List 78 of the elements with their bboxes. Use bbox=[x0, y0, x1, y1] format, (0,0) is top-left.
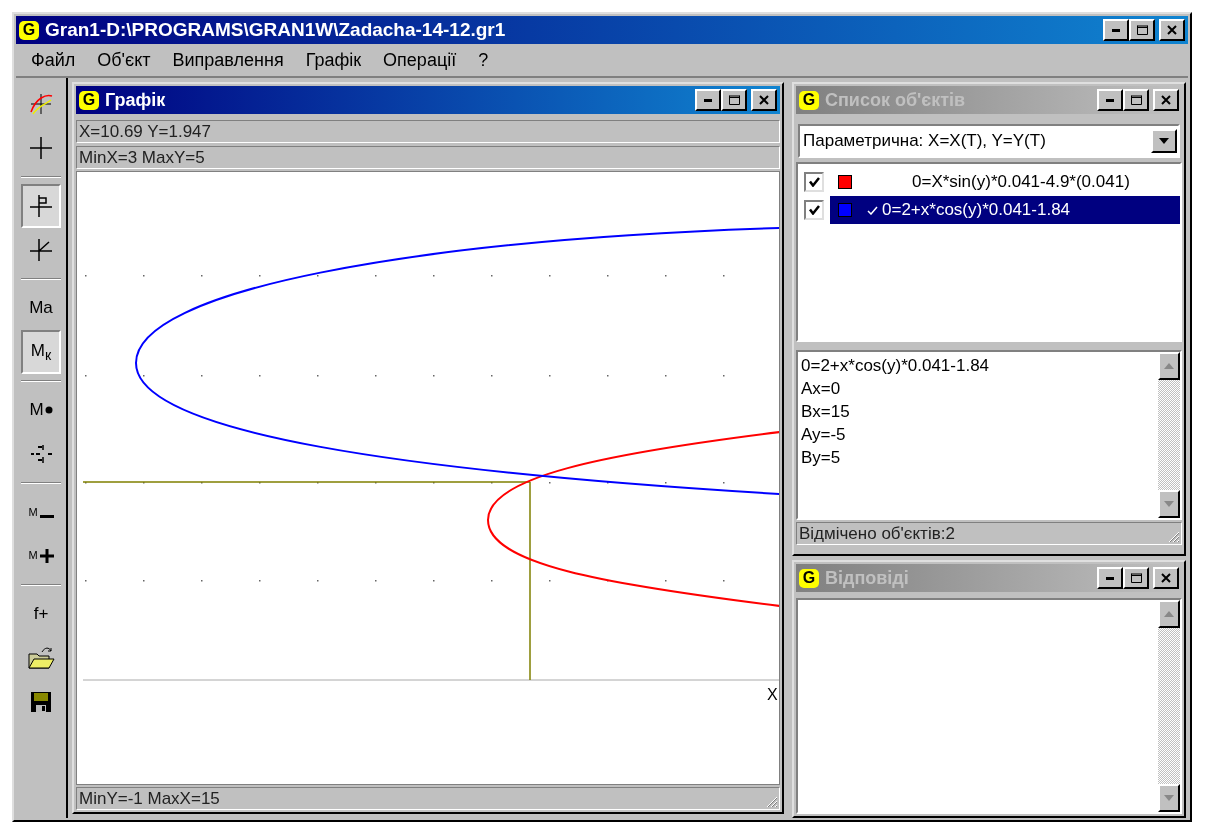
minimize-button[interactable] bbox=[1097, 89, 1123, 111]
maximize-button[interactable] bbox=[1123, 567, 1149, 589]
minimize-icon bbox=[1112, 28, 1120, 32]
crosshair-icon bbox=[28, 136, 54, 160]
tool-button[interactable]: M$_{к}$ bbox=[21, 330, 61, 374]
folder-icon bbox=[27, 646, 55, 670]
maximize-icon bbox=[1130, 95, 1142, 105]
close-button[interactable] bbox=[1159, 19, 1185, 41]
maximize-icon bbox=[1136, 25, 1148, 35]
scroll-down-button[interactable] bbox=[1158, 784, 1180, 812]
minimize-icon bbox=[704, 98, 712, 102]
app-logo: G bbox=[799, 90, 819, 110]
down-arrow-icon bbox=[1164, 795, 1174, 801]
status-field: MinX=3 MaxY=5 bbox=[76, 146, 780, 169]
menu-item[interactable]: Виправлення bbox=[161, 49, 295, 71]
minimize-button[interactable] bbox=[1097, 567, 1123, 589]
scroll-up-button[interactable] bbox=[1158, 352, 1180, 380]
checkbox[interactable] bbox=[804, 172, 824, 192]
object-list-item[interactable]: 0=2+x*cos(y)*0.041-1.84 bbox=[830, 196, 1180, 224]
app-logo: G bbox=[79, 90, 99, 110]
close-button[interactable] bbox=[751, 89, 777, 111]
plus-icon bbox=[39, 549, 54, 563]
status-field: X=10.69 Y=1.947 bbox=[76, 120, 780, 143]
menu-item[interactable]: Графік bbox=[294, 49, 373, 71]
crosshair-slash-icon bbox=[28, 238, 54, 262]
up-arrow-icon bbox=[1164, 363, 1174, 369]
resize-grip-icon bbox=[1168, 531, 1179, 542]
object-list-item[interactable]: 0=X*sin(y)*0.041-4.9*(0.041) bbox=[830, 168, 1180, 196]
status-bar: MinY=-1 MaxX=15 bbox=[76, 787, 780, 810]
maximize-icon bbox=[1130, 573, 1142, 583]
maximize-button[interactable] bbox=[721, 89, 747, 111]
minimize-icon bbox=[1106, 576, 1114, 580]
close-icon bbox=[759, 95, 769, 105]
menu-item[interactable]: Файл bbox=[20, 49, 87, 71]
minimize-icon bbox=[1106, 98, 1114, 102]
minimize-button[interactable] bbox=[695, 89, 721, 111]
close-button[interactable] bbox=[1153, 89, 1179, 111]
up-arrow-icon bbox=[1164, 611, 1174, 617]
checkmark-icon bbox=[808, 205, 820, 215]
checkbox[interactable] bbox=[804, 200, 824, 220]
menu-item[interactable]: ? bbox=[467, 49, 500, 71]
maximize-button[interactable] bbox=[1123, 89, 1149, 111]
tool-button[interactable]: M bbox=[21, 534, 61, 578]
axis-label: X bbox=[767, 686, 778, 704]
scale-icon bbox=[30, 445, 52, 463]
maximize-button[interactable] bbox=[1129, 19, 1155, 41]
window-title: Графік bbox=[105, 89, 167, 111]
down-arrow-icon bbox=[1164, 501, 1174, 507]
window-title: Відповіді bbox=[825, 567, 910, 589]
scroll-up-button[interactable] bbox=[1158, 600, 1180, 628]
close-icon bbox=[1167, 25, 1177, 35]
dot-icon bbox=[44, 406, 53, 414]
menu-item[interactable]: Об'єкт bbox=[86, 49, 162, 71]
mode-dropdown[interactable]: Параметрична: X=X(T), Y=Y(T) bbox=[798, 124, 1180, 158]
resize-grip-icon bbox=[766, 796, 777, 807]
close-icon bbox=[1161, 573, 1171, 583]
app-logo: G bbox=[799, 568, 819, 588]
scroll-down-button[interactable] bbox=[1158, 490, 1180, 518]
app-logo: G bbox=[19, 20, 39, 40]
graph-icon bbox=[28, 92, 54, 116]
minimize-button[interactable] bbox=[1103, 19, 1129, 41]
close-button[interactable] bbox=[1153, 567, 1179, 589]
maximize-icon bbox=[728, 95, 740, 105]
checkmark-icon bbox=[808, 177, 820, 187]
details-field[interactable]: 0=2+x*cos(y)*0.041-1.84 Ax=0 Bx=15 Ay=-5 By=5 bbox=[796, 350, 1182, 520]
dropdown-arrow-icon bbox=[1159, 138, 1169, 144]
tool-button[interactable]: M bbox=[21, 388, 61, 432]
tool-button[interactable] bbox=[21, 184, 61, 228]
answers-field[interactable] bbox=[796, 598, 1182, 814]
tool-button[interactable]: Ma bbox=[21, 286, 61, 330]
status-bar: Відмічено об'єктів:2 bbox=[796, 522, 1182, 545]
crosshair-flag-icon bbox=[28, 194, 54, 218]
tool-button[interactable]: f+ bbox=[21, 592, 61, 636]
menu-item[interactable]: Операції bbox=[372, 49, 468, 71]
close-icon bbox=[1161, 95, 1171, 105]
tool-button[interactable]: M bbox=[21, 490, 61, 534]
minus-icon bbox=[39, 515, 54, 518]
window-title: Gran1-D:\PROGRAMS\GRAN1W\Zadacha-14-12.gr1 bbox=[45, 19, 507, 41]
